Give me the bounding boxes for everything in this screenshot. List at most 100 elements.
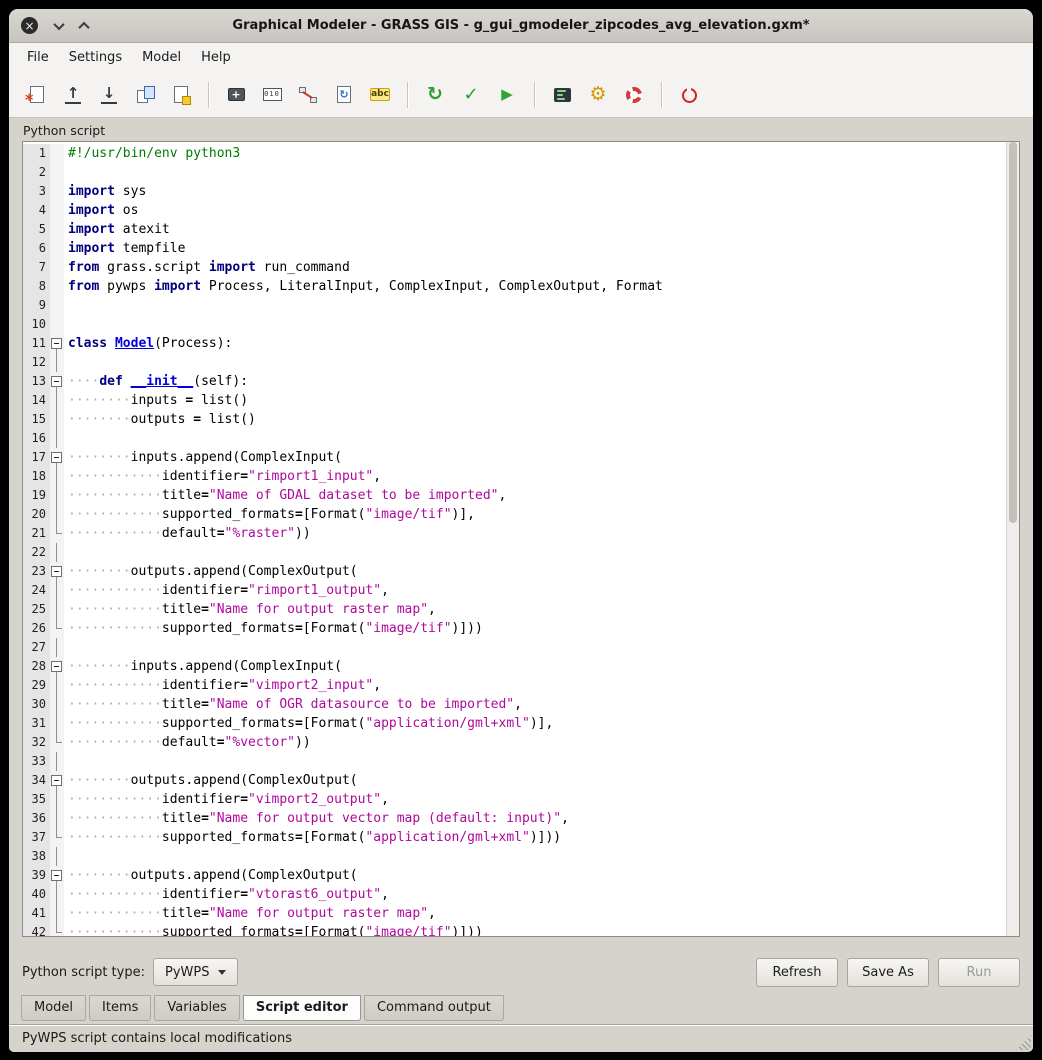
code-editor[interactable]: 1#!/usr/bin/env python323import sys4impo… — [23, 142, 1006, 936]
line-number: 33 — [23, 752, 50, 771]
validate-button[interactable]: ✓ — [454, 78, 488, 112]
add-data-button[interactable]: 010 — [255, 78, 289, 112]
scrollbar-thumb[interactable] — [1009, 142, 1017, 523]
code-line: 13 ····def __init__(self): — [23, 372, 1006, 391]
script-button[interactable] — [545, 78, 579, 112]
fold-margin — [50, 429, 64, 448]
line-number: 32 — [23, 733, 50, 752]
code-line: 6import tempfile — [23, 239, 1006, 258]
fold-margin — [50, 790, 64, 809]
code-text: ············default="%vector")) — [64, 733, 1006, 752]
code-line: 20············supported_formats=[Format(… — [23, 505, 1006, 524]
vertical-scrollbar[interactable] — [1006, 142, 1019, 936]
code-line: 4import os — [23, 201, 1006, 220]
code-text: ········outputs.append(ComplexOutput( — [64, 562, 1006, 581]
window-controls — [21, 17, 93, 34]
script-type-value: PyWPS — [165, 965, 209, 980]
python-script-frame-label: Python script — [23, 123, 1020, 138]
toolbar: *↑↓ +010 ↻ abc ↻ ✓ ▶ ⚙ — [9, 72, 1033, 118]
fold-toggle[interactable] — [50, 334, 64, 353]
tab-command-output[interactable]: Command output — [364, 995, 504, 1021]
code-line: 16 — [23, 429, 1006, 448]
toolbar-separator — [407, 82, 408, 108]
tab-model[interactable]: Model — [21, 995, 86, 1021]
fold-margin — [50, 733, 64, 752]
quit-icon — [680, 85, 699, 104]
tab-items[interactable]: Items — [89, 995, 151, 1021]
script-type-dropdown[interactable]: PyWPS — [153, 958, 238, 986]
code-line: 35············identifier="vimport2_outpu… — [23, 790, 1006, 809]
code-line: 3import sys — [23, 182, 1006, 201]
minimize-button[interactable] — [55, 22, 63, 30]
export-image-button[interactable] — [128, 78, 162, 112]
tabbar: ModelItemsVariablesScript editorCommand … — [9, 994, 1033, 1024]
add-comment-icon: abc — [370, 88, 390, 101]
menu-help[interactable]: Help — [191, 45, 241, 70]
fold-toggle[interactable] — [50, 657, 64, 676]
add-loop-button[interactable]: ↻ — [327, 78, 361, 112]
fold-toggle[interactable] — [50, 372, 64, 391]
chevron-down-icon — [53, 18, 64, 29]
code-text — [64, 353, 1006, 372]
code-text — [64, 315, 1006, 334]
resize-grip[interactable] — [1016, 1035, 1031, 1050]
settings-button[interactable]: ⚙ — [581, 78, 615, 112]
code-line: 17········inputs.append(ComplexInput( — [23, 448, 1006, 467]
code-text: ········outputs.append(ComplexOutput( — [64, 771, 1006, 790]
code-line: 25············title="Name for output ras… — [23, 600, 1006, 619]
add-relation-button[interactable] — [291, 78, 325, 112]
fold-margin — [50, 201, 64, 220]
titlebar: Graphical Modeler - GRASS GIS - g_gui_gm… — [9, 9, 1033, 43]
code-line: 5import atexit — [23, 220, 1006, 239]
save-as-button[interactable]: Save As — [847, 958, 929, 987]
fold-margin — [50, 847, 64, 866]
tab-variables[interactable]: Variables — [154, 995, 239, 1021]
code-text — [64, 163, 1006, 182]
code-line: 31············supported_formats=[Format(… — [23, 714, 1006, 733]
fold-margin — [50, 676, 64, 695]
load-model-button[interactable]: ↑ — [56, 78, 90, 112]
fold-toggle[interactable] — [50, 771, 64, 790]
menu-model[interactable]: Model — [132, 45, 191, 70]
new-model-button[interactable]: * — [20, 78, 54, 112]
export-python-button[interactable] — [164, 78, 198, 112]
add-command-button[interactable]: + — [219, 78, 253, 112]
code-text: ············title="Name of GDAL dataset … — [64, 486, 1006, 505]
code-text: ····def __init__(self): — [64, 372, 1006, 391]
fold-margin — [50, 619, 64, 638]
validate-icon: ✓ — [463, 86, 478, 104]
code-line: 21············default="%raster")) — [23, 524, 1006, 543]
line-number: 13 — [23, 372, 50, 391]
code-text: ············title="Name for output raste… — [64, 904, 1006, 923]
line-number: 6 — [23, 239, 50, 258]
fold-toggle[interactable] — [50, 562, 64, 581]
code-text: ············identifier="vimport2_input", — [64, 676, 1006, 695]
fold-toggle[interactable] — [50, 866, 64, 885]
help-icon — [626, 87, 642, 103]
redraw-icon: ↻ — [427, 85, 443, 104]
save-model-button[interactable]: ↓ — [92, 78, 126, 112]
menu-file[interactable]: File — [17, 45, 59, 70]
add-comment-button[interactable]: abc — [363, 78, 397, 112]
code-line: 42············supported_formats=[Format(… — [23, 923, 1006, 936]
code-line: 12 — [23, 353, 1006, 372]
quit-button[interactable] — [672, 78, 706, 112]
fold-margin — [50, 752, 64, 771]
maximize-button[interactable] — [80, 22, 88, 30]
run-icon: ▶ — [501, 87, 513, 102]
fold-toggle[interactable] — [50, 448, 64, 467]
help-button[interactable] — [617, 78, 651, 112]
tab-script-editor[interactable]: Script editor — [243, 995, 361, 1021]
line-number: 28 — [23, 657, 50, 676]
run-button[interactable]: ▶ — [490, 78, 524, 112]
code-line: 8from pywps import Process, LiteralInput… — [23, 277, 1006, 296]
menu-settings[interactable]: Settings — [59, 45, 132, 70]
fold-margin — [50, 809, 64, 828]
add-data-icon: 010 — [263, 88, 282, 101]
refresh-button[interactable]: Refresh — [756, 958, 838, 987]
redraw-button[interactable]: ↻ — [418, 78, 452, 112]
run-button[interactable]: Run — [938, 958, 1020, 987]
close-icon[interactable] — [21, 17, 38, 34]
line-number: 19 — [23, 486, 50, 505]
code-text: from pywps import Process, LiteralInput,… — [64, 277, 1006, 296]
